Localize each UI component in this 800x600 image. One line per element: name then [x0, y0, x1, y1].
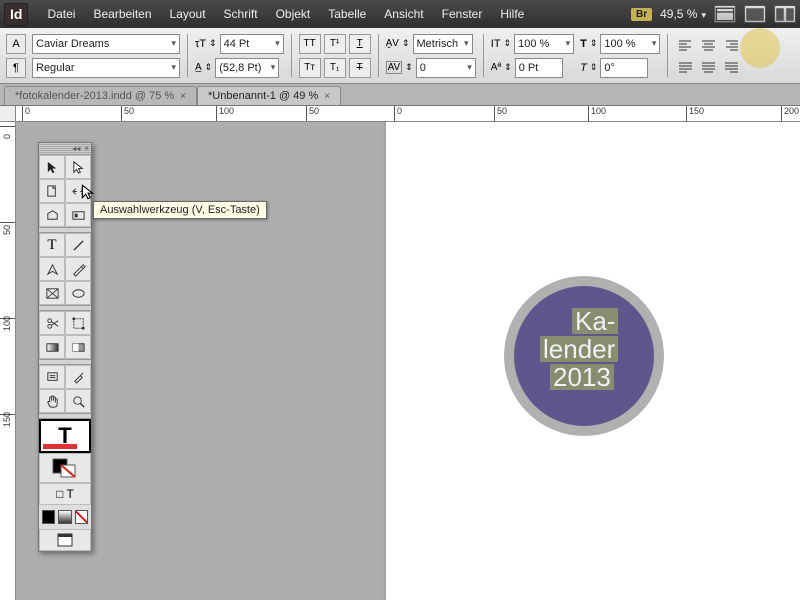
- arrange-button[interactable]: [774, 5, 796, 23]
- menu-objekt[interactable]: Objekt: [267, 7, 320, 21]
- screen-mode-button[interactable]: [744, 5, 766, 23]
- free-transform-tool[interactable]: [65, 311, 91, 335]
- menubar: Id Datei Bearbeiten Layout Schrift Objek…: [0, 0, 800, 28]
- skew-icon: T: [580, 62, 587, 74]
- hscale-dropdown[interactable]: 100 %▾: [600, 34, 660, 54]
- vscale-icon: IT: [491, 38, 501, 50]
- zoom-tool[interactable]: [65, 389, 91, 413]
- view-mode-tool[interactable]: [39, 529, 91, 551]
- art-text-1[interactable]: Ka-: [572, 308, 618, 334]
- strike-button[interactable]: T: [349, 58, 371, 78]
- doc-tab-fotokalender[interactable]: *fotokalender-2013.indd @ 75 %×: [4, 86, 197, 105]
- menu-bearbeiten[interactable]: Bearbeiten: [84, 7, 160, 21]
- superscript-button[interactable]: T¹: [324, 34, 346, 54]
- font-style-dropdown[interactable]: Regular▾: [32, 58, 180, 78]
- page[interactable]: Ka- lender 2013: [386, 122, 800, 600]
- close-icon[interactable]: ×: [324, 91, 330, 102]
- kerning-dropdown[interactable]: Metrisch▾: [413, 34, 473, 54]
- fill-stroke-swap[interactable]: [39, 453, 91, 483]
- apply-gradient-icon[interactable]: [58, 510, 71, 524]
- format-text-tool[interactable]: □ T: [39, 483, 91, 505]
- rect-frame-tool[interactable]: [39, 281, 65, 305]
- apply-none-icon[interactable]: [75, 510, 88, 524]
- align-right-button[interactable]: [721, 36, 741, 54]
- font-size-dropdown[interactable]: 44 Pt▾: [220, 34, 284, 54]
- hand-tool[interactable]: [39, 389, 65, 413]
- align-left-button[interactable]: [675, 36, 695, 54]
- tool-tooltip: Auswahlwerkzeug (V, Esc-Taste): [93, 201, 267, 219]
- toolbox-header[interactable]: ◂◂×: [39, 143, 91, 155]
- para-format-icon[interactable]: ¶: [6, 58, 26, 78]
- apply-color-icon[interactable]: [42, 510, 55, 524]
- close-icon[interactable]: ×: [180, 91, 186, 102]
- direct-selection-tool[interactable]: [65, 155, 91, 179]
- align-center-button[interactable]: [698, 36, 718, 54]
- font-size-icon: τT: [195, 38, 206, 50]
- gap-tool[interactable]: [65, 179, 91, 203]
- doc-tab-unbenannt[interactable]: *Unbenannt-1 @ 49 %×: [197, 86, 341, 105]
- vscale-dropdown[interactable]: 100 %▾: [514, 34, 574, 54]
- pen-tool[interactable]: [39, 257, 65, 281]
- leading-icon: A̲: [195, 62, 202, 73]
- baseline-dropdown[interactable]: 0 Pt: [515, 58, 563, 78]
- gradient-feather-tool[interactable]: [65, 335, 91, 359]
- skew-dropdown[interactable]: 0°: [600, 58, 648, 78]
- note-tool[interactable]: [39, 365, 65, 389]
- app-logo: Id: [4, 3, 28, 26]
- bridge-chip[interactable]: Br: [631, 8, 652, 21]
- art-text-3[interactable]: 2013: [550, 364, 614, 390]
- type-tool[interactable]: T: [39, 233, 65, 257]
- line-tool[interactable]: [65, 233, 91, 257]
- pencil-tool[interactable]: [65, 257, 91, 281]
- tracking-dropdown[interactable]: 0▾: [416, 58, 476, 78]
- underline-button[interactable]: T: [349, 34, 371, 54]
- justify-right-button[interactable]: [721, 58, 741, 76]
- zoom-level[interactable]: 49,5 %: [660, 7, 706, 21]
- content-placer-tool[interactable]: [65, 203, 91, 227]
- leading-dropdown[interactable]: (52,8 Pt)▾: [215, 58, 279, 78]
- default-colors[interactable]: [39, 505, 91, 529]
- content-collector-tool[interactable]: [39, 203, 65, 227]
- toolbox-panel[interactable]: ◂◂× T: [38, 142, 92, 552]
- justify-center-button[interactable]: [698, 58, 718, 76]
- workspace: 0 50 100 50 0 50 100 150 200 0 50 100 15…: [0, 106, 800, 600]
- baseline-icon: Aª: [491, 62, 501, 73]
- vertical-ruler[interactable]: 0 50 100 150: [0, 122, 16, 600]
- horizontal-ruler[interactable]: 0 50 100 50 0 50 100 150 200: [16, 106, 800, 122]
- tracking-icon: AV: [386, 61, 403, 74]
- menu-datei[interactable]: Datei: [38, 7, 84, 21]
- smallcaps-button[interactable]: Tᴛ: [299, 58, 321, 78]
- kerning-icon: A̬V: [386, 38, 399, 49]
- page-tool[interactable]: [39, 179, 65, 203]
- font-family-dropdown[interactable]: Caviar Dreams▾: [32, 34, 180, 54]
- gradient-swatch-tool[interactable]: [39, 335, 65, 359]
- circle-inner[interactable]: Ka- lender 2013: [514, 286, 654, 426]
- ruler-origin[interactable]: [0, 106, 16, 122]
- menu-tabelle[interactable]: Tabelle: [319, 7, 375, 21]
- menu-hilfe[interactable]: Hilfe: [491, 7, 533, 21]
- control-bar: A ¶ Caviar Dreams▾ Regular▾ τT⇕44 Pt▾ A̲…: [0, 28, 800, 84]
- subscript-button[interactable]: T₁: [324, 58, 346, 78]
- menu-schrift[interactable]: Schrift: [215, 7, 267, 21]
- menu-ansicht[interactable]: Ansicht: [375, 7, 432, 21]
- format-container-tool[interactable]: T: [39, 419, 91, 453]
- menu-fenster[interactable]: Fenster: [433, 7, 492, 21]
- eyedropper-tool[interactable]: [65, 365, 91, 389]
- char-format-icon[interactable]: A: [6, 34, 26, 54]
- art-text-2[interactable]: lender: [540, 336, 618, 362]
- view-options-button[interactable]: [714, 5, 736, 23]
- scissors-tool[interactable]: [39, 311, 65, 335]
- ellipse-tool[interactable]: [65, 281, 91, 305]
- menu-layout[interactable]: Layout: [161, 7, 215, 21]
- canvas-area[interactable]: Ka- lender 2013 ◂◂× T: [16, 122, 800, 600]
- selection-tool[interactable]: [39, 155, 65, 179]
- justify-left-button[interactable]: [675, 58, 695, 76]
- hscale-icon: T: [580, 38, 587, 50]
- document-tabbar: *fotokalender-2013.indd @ 75 %× *Unbenan…: [0, 84, 800, 106]
- circle-outer[interactable]: Ka- lender 2013: [504, 276, 664, 436]
- allcaps-button[interactable]: TT: [299, 34, 321, 54]
